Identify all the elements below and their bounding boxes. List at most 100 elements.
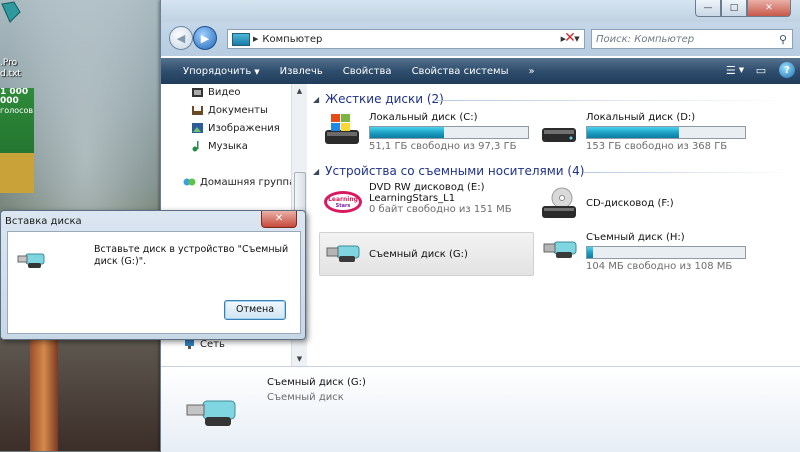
drive-item[interactable]: CD-дисковод (F:) (540, 186, 674, 222)
nav-item-label: Домашняя группа (200, 176, 296, 188)
eject-button[interactable]: Извлечь (270, 66, 333, 77)
desktop-label-line: .Pro (0, 58, 18, 68)
video-icon (192, 88, 203, 97)
dialog-body: Вставьте диск в устройство "Съемный диск… (7, 231, 301, 334)
forward-button[interactable]: ▶ (193, 26, 217, 50)
details-subtitle: Съемный диск (267, 392, 344, 403)
minimize-icon: — (703, 3, 713, 13)
stop-icon[interactable]: ✕ (561, 29, 579, 47)
drive-name: DVD RW дисковод (E:) (369, 182, 485, 193)
search-box[interactable]: Поиск: Компьютер ⚲ (591, 29, 793, 49)
maximize-icon: □ (729, 3, 739, 13)
drive-item[interactable]: Локальный диск (C:) 51,1 ГБ свободно из … (323, 112, 529, 152)
view-options-icon[interactable]: ☰ ▼ (726, 63, 744, 77)
close-icon: ✕ (765, 3, 773, 13)
organize-button[interactable]: Упорядочить ▼ (173, 66, 270, 77)
nav-item-label: Изображения (208, 122, 280, 134)
documents-icon (192, 105, 203, 115)
content-area: ◢ Жесткие диски (2) Локальный диск (C:) … (307, 84, 800, 366)
collapse-icon[interactable]: ◢ (313, 95, 319, 104)
poster-band (0, 153, 34, 193)
desktop-icon-label[interactable]: .Pro d.txt (0, 58, 24, 80)
nav-item-label: Видео (208, 86, 241, 98)
group-title: Устройства со съемными носителями (4) (325, 164, 585, 178)
dialog-title: Вставка диска (5, 216, 82, 227)
svg-text:Stars: Stars (336, 203, 351, 209)
search-icon[interactable]: ⚲ (774, 33, 792, 46)
poster-text: голосов (0, 106, 34, 115)
system-properties-button[interactable]: Свойства системы (402, 66, 519, 77)
close-button[interactable]: ✕ (747, 0, 791, 17)
group-title: Жесткие диски (2) (325, 92, 444, 106)
drive-usage-fill (587, 127, 679, 138)
collapse-icon[interactable]: ◢ (313, 167, 319, 176)
properties-button[interactable]: Свойства (333, 66, 402, 77)
details-title: Съемный диск (G:) (267, 377, 366, 388)
drive-name: Съемный диск (G:) (369, 249, 468, 260)
drive-item[interactable]: Локальный диск (D:) 153 ГБ свободно из 3… (540, 112, 746, 152)
scroll-down-icon[interactable]: ▼ (292, 352, 307, 366)
minimize-button[interactable]: — (695, 0, 721, 17)
drive-free-space: 0 байт свободно из 151 МБ (369, 204, 512, 215)
address-row: ◀ ▶ ▶ Компьютер ▶ ▼ ✕ Поиск: Компьютер ⚲ (161, 22, 800, 56)
drive-name: CD-дисковод (F:) (586, 198, 674, 209)
help-icon[interactable]: ? (779, 62, 795, 78)
desktop-poster: 1 000 000 голосов (0, 88, 34, 193)
back-arrow-icon: ◀ (176, 31, 186, 45)
nav-item-video[interactable]: Видео (191, 84, 241, 100)
scroll-up-icon[interactable]: ▲ (292, 84, 307, 98)
command-bar: Упорядочить ▼ Извлечь Свойства Свойства с… (161, 58, 800, 84)
group-divider (433, 100, 793, 101)
drive-item[interactable]: Съемный диск (H:) 104 МБ свободно из 108… (540, 232, 746, 272)
drive-usage-bar (586, 126, 746, 139)
desktop-shortcut-icon[interactable] (0, 0, 26, 24)
computer-icon (232, 32, 250, 46)
drive-item-selected[interactable]: Съемный диск (G:) (323, 236, 468, 272)
drive-usage-bar (586, 246, 746, 259)
back-button[interactable]: ◀ (169, 26, 193, 50)
drive-usage-bar (369, 126, 529, 139)
drive-name: Съемный диск (H:) (586, 232, 685, 243)
group-header-removable[interactable]: ◢ Устройства со съемными носителями (4) (313, 164, 584, 178)
more-commands-button[interactable]: » (519, 66, 545, 77)
breadcrumb-chevron-icon[interactable]: ▶ (253, 35, 258, 43)
drive-volume-label: LearningStars_L1 (369, 193, 456, 204)
dialog-message: Вставьте диск в устройство "Съемный диск… (94, 244, 289, 267)
tower-structure (30, 330, 58, 451)
nav-item-label: Документы (208, 104, 268, 116)
address-location[interactable]: Компьютер (262, 34, 557, 45)
homegroup-icon (183, 178, 196, 186)
drive-name: Локальный диск (D:) (586, 112, 696, 123)
nav-item-homegroup[interactable]: Домашняя группа (183, 174, 295, 190)
caption-buttons: — □ ✕ (695, 0, 791, 17)
nav-item-pictures[interactable]: Изображения (191, 120, 280, 136)
music-icon (192, 141, 199, 152)
toolbar-right: ☰ ▼ ▭ ? (726, 62, 795, 78)
group-divider (583, 172, 793, 173)
nav-item-label: Музыка (208, 140, 248, 152)
cancel-button[interactable]: Отмена (224, 300, 286, 320)
usb-drive-icon (326, 245, 360, 262)
drive-name: Локальный диск (C:) (369, 112, 478, 123)
chevron-down-icon: ▼ (254, 67, 260, 76)
address-bar[interactable]: ▶ Компьютер ▶ ▼ (227, 29, 585, 49)
usb-drive-icon (17, 253, 45, 268)
nav-item-label: Сеть (200, 338, 225, 350)
drive-usage-fill (587, 247, 594, 258)
preview-pane-icon[interactable]: ▭ (753, 63, 769, 77)
insert-disk-dialog: Вставка диска ✕ Вставьте диск в устройст… (0, 210, 306, 340)
maximize-button[interactable]: □ (721, 0, 747, 17)
drive-item[interactable]: Learning Stars DVD RW дисковод (E:) Lear… (323, 182, 512, 220)
drive-usage-fill (370, 127, 445, 138)
group-header-hard-drives[interactable]: ◢ Жесткие диски (2) (313, 92, 444, 106)
nav-item-documents[interactable]: Документы (191, 102, 268, 118)
drive-free-space: 104 МБ свободно из 108 МБ (586, 261, 733, 272)
search-input[interactable]: Поиск: Компьютер (592, 34, 774, 45)
desktop-label-line: d.txt (0, 69, 21, 79)
dialog-close-button[interactable]: ✕ (261, 211, 297, 228)
details-pane: Съемный диск (G:) Съемный диск (161, 366, 800, 452)
window-titlebar[interactable]: — □ ✕ (161, 0, 800, 22)
organize-label: Упорядочить (183, 65, 252, 77)
nav-item-music[interactable]: Музыка (191, 138, 248, 154)
usb-drive-icon (186, 400, 236, 426)
